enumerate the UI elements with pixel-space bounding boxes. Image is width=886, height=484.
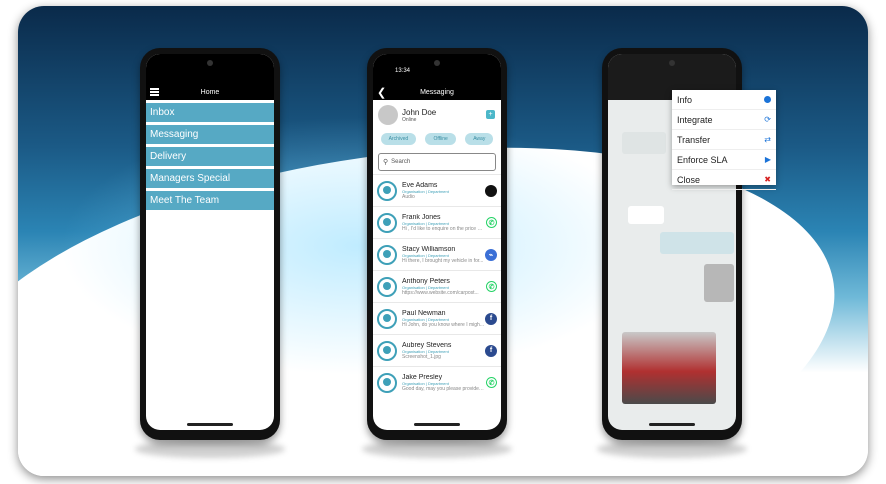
car-image <box>622 332 716 404</box>
chat-name: Jake Presley <box>402 373 443 381</box>
menu-item-messaging[interactable]: Messaging <box>146 125 274 144</box>
chat-name: Stacy Williamson <box>402 245 456 253</box>
filter-archived[interactable]: Archived <box>380 133 417 145</box>
hamburger-menu-icon[interactable] <box>150 88 159 96</box>
contact-avatar-icon <box>377 372 397 393</box>
phone-home: Home Inbox Messaging Delivery Managers Spec… <box>140 48 280 440</box>
facebook-icon: f <box>485 312 497 325</box>
messenger-icon: ⌁ <box>485 248 497 261</box>
menu-item-delivery[interactable]: Delivery <box>146 147 274 166</box>
facebook-icon: f <box>485 344 497 357</box>
contact-avatar-icon <box>377 276 397 297</box>
chat-list-item[interactable]: Jake Presley Organisation | Department Goo… <box>373 366 501 398</box>
menu-item-enforce-sla[interactable]: Enforce SLA ▶ <box>672 150 776 170</box>
page-title: Home <box>200 88 220 96</box>
search-input[interactable]: ⚲ Search <box>378 153 496 171</box>
chat-list-item[interactable]: Frank Jones Organisation | Department Hi ,… <box>373 206 501 238</box>
chat-last-message: Hi , I'd like to enquire on the price o.… <box>402 225 484 232</box>
page-title: Messaging <box>420 88 454 96</box>
filter-away[interactable]: Away <box>465 133 494 145</box>
chat-last-message: Audio <box>402 193 415 200</box>
user-name: John Doe <box>402 107 437 117</box>
camera-icon <box>669 60 675 66</box>
chat-last-message: Hi there, I brought my vehicle in for... <box>402 257 484 264</box>
chat-name: Frank Jones <box>402 213 441 221</box>
camera-icon <box>434 60 440 66</box>
chat-last-message: https://www.website.com/carpost... <box>402 289 479 296</box>
search-icon: ⚲ <box>383 159 389 166</box>
menu-item-inbox[interactable]: Inbox <box>146 103 274 122</box>
info-icon <box>764 96 771 103</box>
sync-icon: ⟳ <box>764 115 771 124</box>
home-indicator <box>414 423 460 426</box>
menu-item-label: Integrate <box>677 114 713 125</box>
menu-item-label: Transfer <box>677 134 711 145</box>
contact-avatar-icon <box>377 180 397 201</box>
chat-list-item[interactable]: Eve Adams Organisation | Department Audio <box>373 174 501 206</box>
chat-list-item[interactable]: Anthony Peters Organisation | Department h… <box>373 270 501 302</box>
menu-item-label: Info <box>677 94 693 105</box>
user-status: Online <box>402 116 417 123</box>
status-time: 13:34 <box>395 68 411 74</box>
back-arrow-icon[interactable]: ❮ <box>377 86 386 99</box>
home-indicator <box>187 423 233 426</box>
channel-icon <box>485 184 497 197</box>
home-header: Home <box>146 84 274 100</box>
menu-item-managers-special[interactable]: Managers Special <box>146 169 274 188</box>
filter-offline[interactable]: Offline <box>425 133 456 145</box>
chat-list-item[interactable]: Stacy Williamson Organisation | Departmen… <box>373 238 501 270</box>
contact-avatar-icon <box>377 212 397 233</box>
chat-name: Anthony Peters <box>402 277 450 285</box>
menu-item-meet-the-team[interactable]: Meet The Team <box>146 191 274 210</box>
contact-avatar-icon <box>377 308 397 329</box>
whatsapp-icon: ✆ <box>486 217 497 228</box>
chat-last-message: Hi John, do you know where I migh... <box>402 321 484 328</box>
avatar <box>378 105 398 125</box>
play-icon: ▶ <box>764 155 771 164</box>
menu-item-label: Enforce SLA <box>677 154 728 165</box>
chat-last-message: Screenshot_1.jpg <box>402 353 441 360</box>
chat-list-item[interactable]: Paul Newman Organisation | Department Hi J… <box>373 302 501 334</box>
menu-item-label: Close <box>677 174 701 185</box>
menu-item-close[interactable]: Close ✖ <box>672 170 776 190</box>
menu-item-integrate[interactable]: Integrate ⟳ <box>672 110 776 130</box>
current-user: John Doe Online + <box>373 100 501 130</box>
transfer-icon: ⇄ <box>764 135 771 144</box>
menu-item-transfer[interactable]: Transfer ⇄ <box>672 130 776 150</box>
chat-list-item[interactable]: Aubrey Stevens Organisation | Department S… <box>373 334 501 366</box>
chat-name: Paul Newman <box>402 309 446 317</box>
new-chat-button[interactable]: + <box>486 110 495 119</box>
chat-name: Eve Adams <box>402 181 438 189</box>
home-indicator <box>649 423 695 426</box>
menu-item-info[interactable]: Info <box>672 90 776 110</box>
close-icon: ✖ <box>764 175 771 184</box>
chat-name: Aubrey Stevens <box>402 341 452 349</box>
camera-icon <box>207 60 213 66</box>
chat-last-message: Good day, may you please provide ... <box>402 385 484 392</box>
whatsapp-icon: ✆ <box>486 377 497 388</box>
contact-avatar-icon <box>377 244 397 265</box>
chat-options-menu: Info Integrate ⟳ Transfer ⇄ Enforce SLA ▶ Close… <box>672 90 776 190</box>
contact-avatar-icon <box>377 340 397 361</box>
whatsapp-icon: ✆ <box>486 281 497 292</box>
messaging-header: ❮ Messaging <box>373 84 501 100</box>
phone-messaging: 13:34 ❮ Messaging John Doe Online + Arch… <box>367 48 507 440</box>
